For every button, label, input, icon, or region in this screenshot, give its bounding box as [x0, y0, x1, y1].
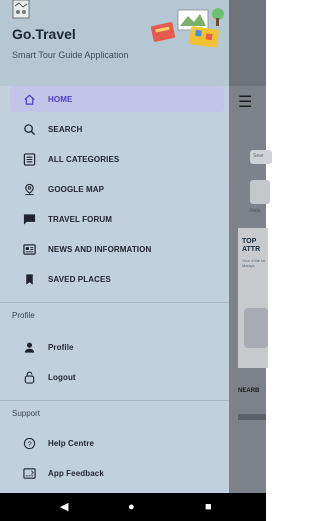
- background-category-label: Natu: [250, 208, 261, 214]
- nav-item-label: App Feedback: [48, 468, 104, 478]
- home-button-icon[interactable]: ●: [128, 501, 135, 513]
- nav-item-google-map[interactable]: GOOGLE MAP: [10, 176, 224, 202]
- nav-item-label: HOME: [48, 94, 73, 104]
- nav-item-travel-forum[interactable]: TRAVEL FORUM: [10, 206, 224, 232]
- nav-item-label: NEWS AND INFORMATION: [48, 244, 152, 254]
- list-icon: [22, 152, 36, 166]
- nav-item-news-and-information[interactable]: NEWS AND INFORMATION: [10, 236, 224, 262]
- background-card-title: TOP ATTR: [242, 238, 261, 253]
- forum-icon: [22, 212, 36, 226]
- help-icon: ?: [22, 436, 36, 450]
- app-tagline: Smart Tour Guide Application: [12, 50, 129, 60]
- background-card-subtitle: Your d the be Malays: [242, 258, 266, 268]
- nav-item-label: TRAVEL FORUM: [48, 214, 113, 224]
- back-icon[interactable]: ◀: [60, 501, 68, 513]
- home-icon: [22, 92, 36, 106]
- section-title-profile: Profile: [12, 311, 35, 320]
- person-icon: [22, 340, 36, 354]
- nav-item-saved-places[interactable]: SAVED PLACES: [10, 266, 224, 292]
- navigation-drawer: Go.Travel Smart Tour Guide Application H…: [0, 0, 229, 493]
- nav-item-app-feedback[interactable]: App Feedback: [10, 460, 224, 486]
- section-title-support: Support: [12, 409, 41, 418]
- nav-item-label: Logout: [48, 372, 76, 382]
- nav-item-logout[interactable]: Logout: [10, 364, 224, 390]
- map-pin-icon: [22, 182, 36, 196]
- search-icon: [22, 122, 36, 136]
- nav-item-label: SAVED PLACES: [48, 274, 111, 284]
- section-divider: [0, 302, 229, 303]
- background-nearby-label: NEARB: [238, 388, 260, 394]
- section-divider: [0, 400, 229, 401]
- travel-illustration-corner: [12, 0, 30, 19]
- nav-item-label: Profile: [48, 342, 74, 352]
- nav-item-help-centre[interactable]: ? Help Centre: [10, 430, 224, 456]
- background-search-field: Sear: [250, 150, 272, 164]
- travel-illustration-icon: [150, 8, 224, 48]
- nav-item-profile[interactable]: Profile: [10, 334, 224, 360]
- nav-item-label: SEARCH: [48, 124, 83, 134]
- background-attraction-card: TOP ATTR Your d the be Malays: [238, 228, 268, 368]
- background-card-image: [244, 308, 268, 348]
- nav-item-label: Help Centre: [48, 438, 94, 448]
- background-menu-icon: ☰: [238, 94, 253, 111]
- logout-icon: [22, 370, 36, 384]
- feedback-icon: [22, 466, 36, 480]
- app-name: Go.Travel: [12, 26, 76, 42]
- bookmark-icon: [22, 272, 36, 286]
- drawer-header: Go.Travel Smart Tour Guide Application: [0, 0, 229, 86]
- background-nearby-strip: [238, 414, 266, 420]
- nav-item-label: ALL CATEGORIES: [48, 154, 120, 164]
- svg-text:?: ?: [27, 439, 31, 448]
- recents-icon[interactable]: ■: [205, 501, 212, 513]
- system-navigation-bar: ◀ ● ■: [0, 493, 266, 521]
- nav-item-all-categories[interactable]: ALL CATEGORIES: [10, 146, 224, 172]
- nav-item-search[interactable]: SEARCH: [10, 116, 224, 142]
- nav-item-home[interactable]: HOME: [10, 86, 224, 112]
- nav-item-label: GOOGLE MAP: [48, 184, 105, 194]
- background-category-tile: [250, 180, 270, 204]
- news-icon: [22, 242, 36, 256]
